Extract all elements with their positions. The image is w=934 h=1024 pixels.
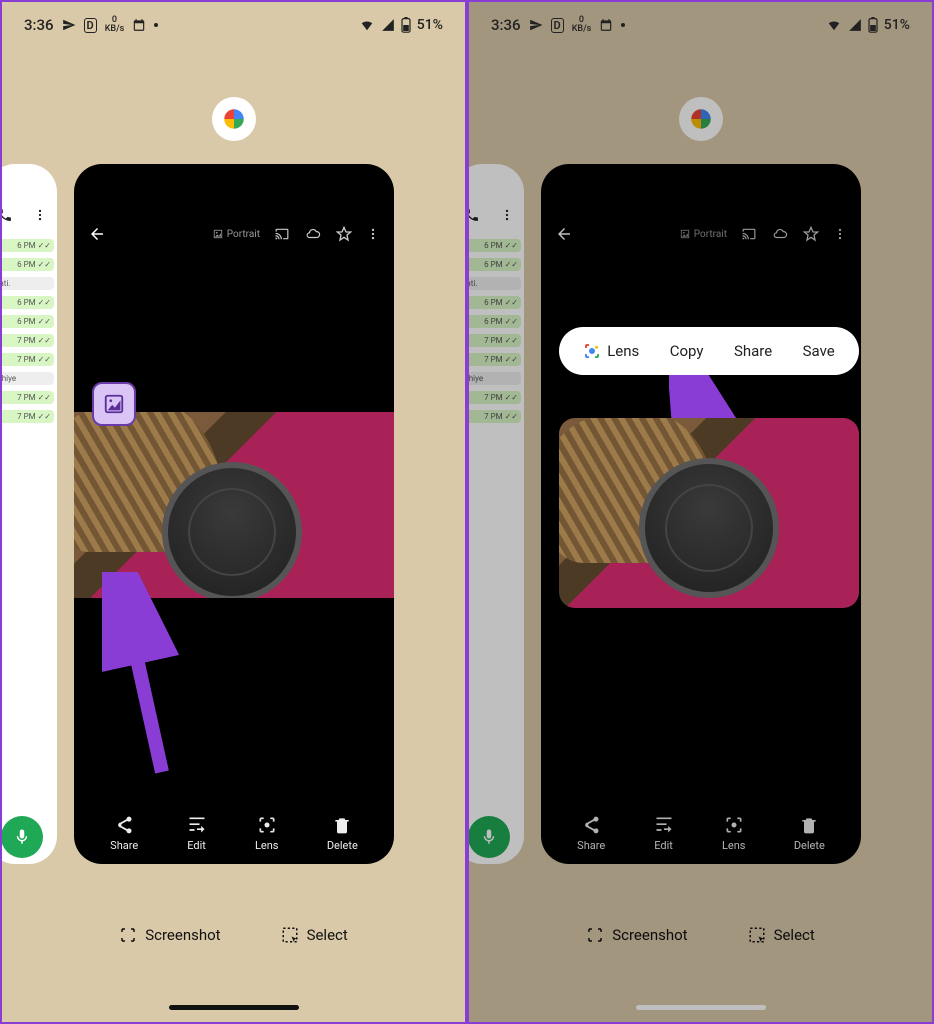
dot-icon xyxy=(621,23,625,27)
star-icon[interactable] xyxy=(803,226,819,242)
portrait-chip: Portrait xyxy=(680,229,727,240)
list-item: hahiye xyxy=(467,372,521,385)
list-item: 7 PM ✓✓ xyxy=(467,410,521,423)
clock: 3:36 xyxy=(491,16,521,34)
badge-icon: D xyxy=(84,18,97,33)
calendar-icon xyxy=(599,18,613,32)
status-bar: 3:36 D 0KB/s 51% xyxy=(469,2,932,48)
back-icon[interactable] xyxy=(88,225,106,243)
battery-icon xyxy=(868,17,878,33)
screenshot-button[interactable]: Screenshot xyxy=(119,926,220,944)
delete-button[interactable]: Delete xyxy=(794,815,825,852)
popup-share[interactable]: Share xyxy=(734,342,772,360)
image-action-popup: Lens Copy Share Save xyxy=(559,327,859,375)
recents-bottom-bar: Screenshot Select xyxy=(2,926,465,944)
list-item: ulati. xyxy=(467,277,521,290)
clock: 3:36 xyxy=(24,16,54,34)
portrait-chip: Portrait xyxy=(213,229,260,240)
send-icon xyxy=(62,18,76,32)
chat-messages: 6 PM ✓✓ 6 PM ✓✓ ulati. 6 PM ✓✓ 6 PM ✓✓ 7… xyxy=(467,236,524,810)
recents-bottom-bar: Screenshot Select xyxy=(469,926,932,944)
popup-save[interactable]: Save xyxy=(803,342,835,360)
net-speed: 0KB/s xyxy=(105,16,125,34)
photo-toolbar: Portrait xyxy=(541,216,861,252)
delete-button[interactable]: Delete xyxy=(327,815,358,852)
list-item: 6 PM ✓✓ xyxy=(467,296,521,309)
lens-button[interactable]: Lens xyxy=(722,815,746,852)
phone-icon xyxy=(0,207,13,223)
whatsapp-card-partial[interactable]: 6 PM ✓✓ 6 PM ✓✓ ulati. 6 PM ✓✓ 6 PM ✓✓ 7… xyxy=(467,164,524,864)
wifi-icon xyxy=(359,18,375,32)
battery-label: 51% xyxy=(417,17,443,33)
whatsapp-card-partial[interactable]: 6 PM ✓✓ 6 PM ✓✓ ulati. 6 PM ✓✓ 6 PM ✓✓ 7… xyxy=(0,164,57,864)
dot-icon xyxy=(154,23,158,27)
mic-fab[interactable] xyxy=(1,816,43,858)
list-item: hahiye xyxy=(0,372,54,385)
chat-messages: 6 PM ✓✓ 6 PM ✓✓ ulati. 6 PM ✓✓ 6 PM ✓✓ 7… xyxy=(0,236,57,810)
popup-lens[interactable]: Lens xyxy=(583,342,639,360)
list-item: 7 PM ✓✓ xyxy=(0,353,54,366)
list-item: 7 PM ✓✓ xyxy=(467,391,521,404)
list-item: 7 PM ✓✓ xyxy=(0,334,54,347)
calendar-icon xyxy=(132,18,146,32)
list-item: 7 PM ✓✓ xyxy=(0,410,54,423)
photo-bottom-actions: Share Edit Lens Delete xyxy=(74,815,394,852)
select-button[interactable]: Select xyxy=(748,926,815,944)
net-speed: 0KB/s xyxy=(572,16,592,34)
lens-button[interactable]: Lens xyxy=(255,815,279,852)
photos-app-icon[interactable] xyxy=(679,97,723,141)
list-item: 6 PM ✓✓ xyxy=(0,239,54,252)
more-icon[interactable] xyxy=(33,208,47,222)
list-item: 7 PM ✓✓ xyxy=(467,353,521,366)
mic-fab[interactable] xyxy=(468,816,510,858)
list-item: 6 PM ✓✓ xyxy=(0,258,54,271)
battery-label: 51% xyxy=(884,17,910,33)
image-chip-button[interactable] xyxy=(92,382,136,426)
list-item: 7 PM ✓✓ xyxy=(467,334,521,347)
share-button[interactable]: Share xyxy=(110,815,138,852)
list-item: 6 PM ✓✓ xyxy=(0,296,54,309)
list-item: 7 PM ✓✓ xyxy=(0,391,54,404)
photos-card[interactable]: Portrait Share Edit Lens Delete xyxy=(74,164,394,864)
nav-pill[interactable] xyxy=(636,1005,766,1010)
selected-image[interactable] xyxy=(559,418,859,608)
screenshot-button[interactable]: Screenshot xyxy=(586,926,687,944)
cast-icon[interactable] xyxy=(274,227,290,241)
signal-icon xyxy=(381,18,395,32)
photo-bottom-actions: Share Edit Lens Delete xyxy=(541,815,861,852)
list-item: ulati. xyxy=(0,277,54,290)
back-icon[interactable] xyxy=(555,225,573,243)
list-item: 6 PM ✓✓ xyxy=(467,239,521,252)
select-button[interactable]: Select xyxy=(281,926,348,944)
phone-icon xyxy=(467,207,480,223)
send-icon xyxy=(529,18,543,32)
status-bar: 3:36 D 0KB/s 51% xyxy=(2,2,465,48)
cloud-icon[interactable] xyxy=(304,227,322,241)
signal-icon xyxy=(848,18,862,32)
photos-app-icon[interactable] xyxy=(212,97,256,141)
battery-icon xyxy=(401,17,411,33)
edit-button[interactable]: Edit xyxy=(187,815,207,852)
badge-icon: D xyxy=(551,18,564,33)
recents-screen-left: 3:36 D 0KB/s 51% 6 PM ✓✓ xyxy=(0,0,467,1024)
list-item: 6 PM ✓✓ xyxy=(467,258,521,271)
star-icon[interactable] xyxy=(336,226,352,242)
share-button[interactable]: Share xyxy=(577,815,605,852)
wifi-icon xyxy=(826,18,842,32)
more-icon[interactable] xyxy=(500,208,514,222)
nav-pill[interactable] xyxy=(169,1005,299,1010)
edit-button[interactable]: Edit xyxy=(654,815,674,852)
more-icon[interactable] xyxy=(366,226,380,242)
popup-copy[interactable]: Copy xyxy=(670,342,704,360)
photo-toolbar: Portrait xyxy=(74,216,394,252)
photo-content[interactable] xyxy=(74,412,394,598)
more-icon[interactable] xyxy=(833,226,847,242)
list-item: 6 PM ✓✓ xyxy=(0,315,54,328)
cast-icon[interactable] xyxy=(741,227,757,241)
list-item: 6 PM ✓✓ xyxy=(467,315,521,328)
cloud-icon[interactable] xyxy=(771,227,789,241)
recents-screen-right: 3:36 D 0KB/s 51% 6 PM ✓✓ xyxy=(467,0,934,1024)
